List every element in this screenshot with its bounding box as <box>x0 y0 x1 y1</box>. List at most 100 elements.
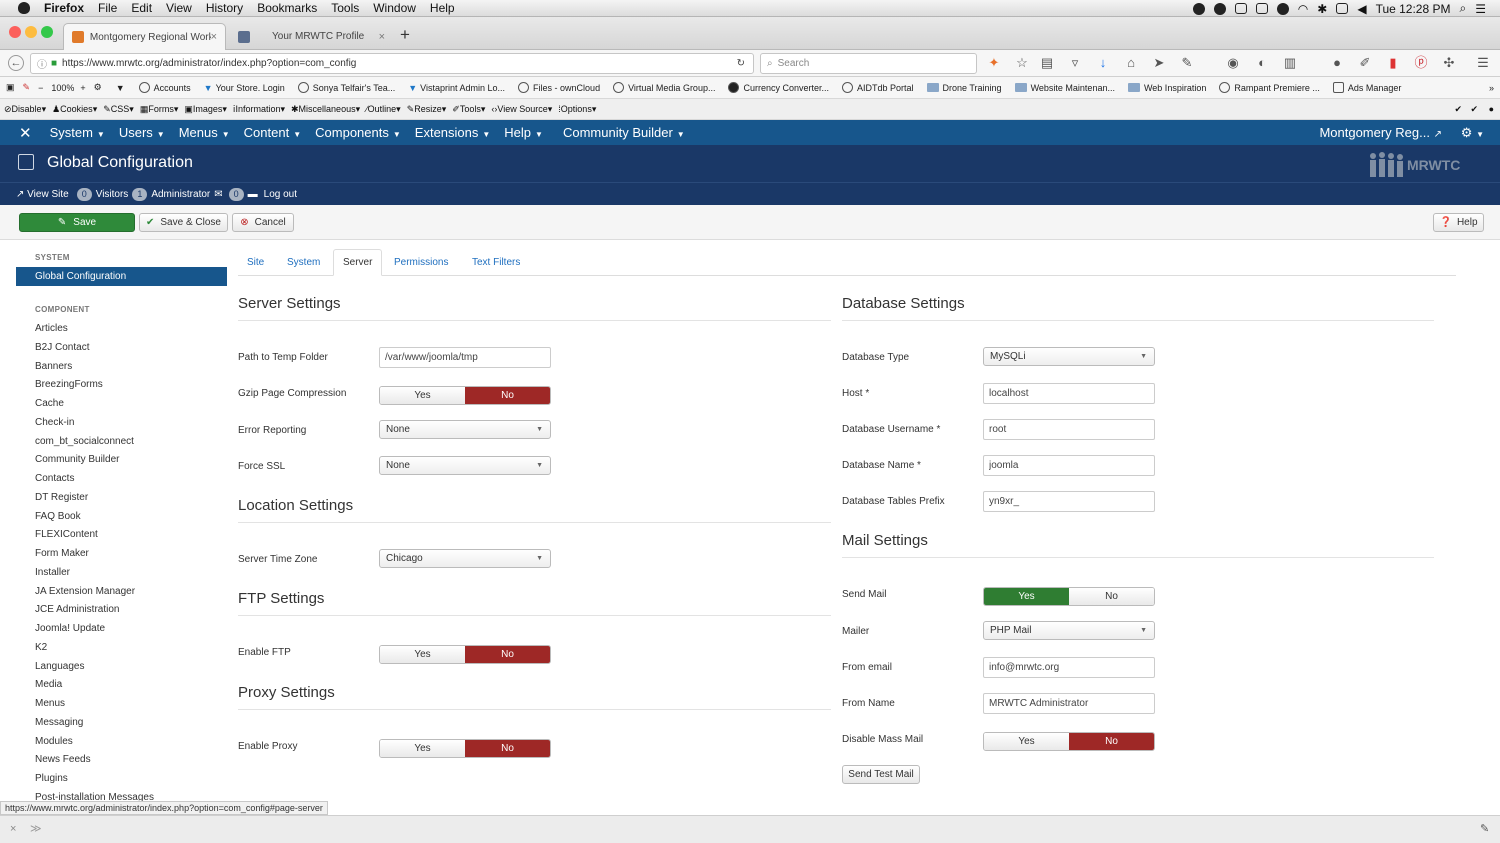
force-ssl-select[interactable]: None ▼ <box>379 456 551 475</box>
host-input[interactable] <box>983 383 1155 404</box>
webdev-icon[interactable]: ✎ <box>23 82 31 93</box>
bookmark-store[interactable]: ▼ Your Store. Login <box>204 83 285 93</box>
clipboard-icon[interactable]: ▥ <box>1283 56 1297 70</box>
zoom-level[interactable]: 100% <box>51 83 74 93</box>
colorpicker-icon[interactable]: ● <box>1330 56 1344 70</box>
sidebar-item[interactable]: JA Extension Manager <box>35 586 135 597</box>
tab-montgomery[interactable]: Montgomery Regional Workfo × <box>63 23 226 50</box>
bookmark-inspiration[interactable]: Web Inspiration <box>1127 83 1206 93</box>
volume-icon[interactable]: ◀ <box>1357 2 1366 16</box>
send-test-mail-button[interactable]: Send Test Mail <box>842 765 920 784</box>
bluetooth-icon[interactable]: ✱ <box>1317 2 1327 16</box>
tab-permissions[interactable]: Permissions <box>385 249 457 276</box>
apple-icon[interactable] <box>18 2 30 14</box>
download-icon[interactable]: ↓ <box>1096 56 1110 70</box>
expand-icon[interactable]: ≫ <box>30 822 42 835</box>
bookmark-aidtdb[interactable]: AIDTdb Portal <box>842 82 914 93</box>
time-machine-icon[interactable] <box>1276 2 1289 15</box>
tab-site[interactable]: Site <box>238 249 273 276</box>
joomla-logo-icon[interactable]: ✕ <box>19 124 32 142</box>
zoom-in-icon[interactable]: + <box>80 83 85 93</box>
enable-ftp-toggle[interactable]: Yes No <box>379 645 551 664</box>
bookmark-rampant[interactable]: Rampant Premiere ... <box>1219 82 1320 93</box>
clock[interactable]: Tue 12:28 PM <box>1376 2 1451 16</box>
menu-tools[interactable]: Tools <box>331 1 359 15</box>
mailer-select[interactable]: PHP Mail ▼ <box>983 621 1155 640</box>
creative-cloud-icon[interactable] <box>1192 2 1205 15</box>
sidebar-item[interactable]: Menus <box>35 698 65 709</box>
wifi-icon[interactable]: ◠ <box>1298 2 1308 16</box>
wd-resize[interactable]: ✎Resize▾ <box>407 104 447 115</box>
ftp-yes-option[interactable]: Yes <box>380 646 465 663</box>
info-icon[interactable]: ⓘ <box>37 56 47 71</box>
mass-mail-no-option[interactable]: No <box>1069 733 1154 750</box>
notification-center-icon[interactable]: ☰ <box>1475 2 1486 16</box>
extension-icon[interactable]: ✦ <box>987 56 1001 70</box>
bookmark-ads[interactable]: Ads Manager <box>1332 82 1401 93</box>
bookmark-virtual-media[interactable]: Virtual Media Group... <box>613 82 715 93</box>
nav-community-builder[interactable]: Community Builder ▼ <box>563 125 685 140</box>
sidebar-item-global-configuration[interactable]: Global Configuration <box>16 267 227 286</box>
logout-link[interactable]: Log out <box>264 189 297 200</box>
from-name-input[interactable] <box>983 693 1155 714</box>
tool-icon[interactable]: ✎ <box>1180 56 1194 70</box>
view-site-link[interactable]: ↗ View Site <box>16 189 69 200</box>
sidebar-item[interactable]: Banners <box>35 361 72 372</box>
status-dot-icon[interactable]: ● <box>1489 104 1494 114</box>
airplay-icon[interactable] <box>1255 3 1268 14</box>
sidebar-icon[interactable]: ▣ <box>6 82 15 93</box>
red-tool-icon[interactable]: ▮ <box>1386 56 1400 70</box>
menu-history[interactable]: History <box>206 1 243 15</box>
check-icon[interactable]: ✔ <box>1454 104 1462 115</box>
wrench-icon[interactable]: ✎ <box>1480 822 1489 835</box>
zoom-window-icon[interactable] <box>41 26 53 38</box>
nav-content[interactable]: Content ▼ <box>244 125 301 140</box>
hamburger-menu-icon[interactable]: ☰ <box>1476 56 1490 70</box>
sidebar-item[interactable]: BreezingForms <box>35 379 103 390</box>
sidebar-item[interactable]: Community Builder <box>35 454 119 465</box>
cancel-button[interactable]: ⊗ Cancel <box>232 213 294 232</box>
check-icon[interactable]: ✔ <box>1470 104 1478 115</box>
speed-icon[interactable]: ◉ <box>1226 56 1240 70</box>
wd-view-source[interactable]: ‹›View Source▾ <box>491 104 552 115</box>
gzip-toggle[interactable]: Yes No <box>379 386 551 405</box>
bookmark-currency[interactable]: Currency Converter... <box>728 82 829 93</box>
sidebar-item[interactable]: FLEXIContent <box>35 529 98 540</box>
ghostery-icon[interactable]: ◐ <box>1255 56 1269 70</box>
new-tab-button[interactable]: + <box>400 25 410 45</box>
help-button[interactable]: ❓ Help <box>1433 213 1484 232</box>
db-name-input[interactable] <box>983 455 1155 476</box>
sidebar-item[interactable]: com_bt_socialconnect <box>35 436 134 447</box>
bookmark-sonya[interactable]: Sonya Telfair's Tea... <box>297 82 395 93</box>
tab-server[interactable]: Server <box>333 249 383 276</box>
bookmark-star-icon[interactable]: ☆ <box>1015 56 1029 70</box>
sidebar-item[interactable]: JCE Administration <box>35 604 119 615</box>
tab-profile[interactable]: Your MRWTC Profile × <box>230 23 393 50</box>
app-menu[interactable]: Firefox <box>44 1 84 15</box>
tab-text-filters[interactable]: Text Filters <box>463 249 529 276</box>
pinterest-icon[interactable]: ⓟ <box>1414 56 1428 70</box>
sidebar-item[interactable]: B2J Contact <box>35 342 89 353</box>
back-icon[interactable]: ← <box>8 55 24 71</box>
sidebar-item[interactable]: Messaging <box>35 717 83 728</box>
reading-list-icon[interactable]: ▤ <box>1040 56 1054 70</box>
gear-icon[interactable]: ⚙ <box>94 82 102 93</box>
close-window-icon[interactable] <box>9 26 21 38</box>
sidebar-item[interactable]: Modules <box>35 736 73 747</box>
nav-components[interactable]: Components ▼ <box>315 125 401 140</box>
ftp-no-option[interactable]: No <box>465 646 550 663</box>
send-mail-yes-option[interactable]: Yes <box>984 588 1069 605</box>
site-link[interactable]: Montgomery Reg... ↗ <box>1319 125 1442 140</box>
reload-icon[interactable]: ↻ <box>737 58 745 69</box>
nav-system[interactable]: System ▼ <box>50 125 105 140</box>
from-email-input[interactable] <box>983 657 1155 678</box>
nav-help[interactable]: Help ▼ <box>504 125 543 140</box>
eyedropper-icon[interactable]: ✐ <box>1358 56 1372 70</box>
wd-cookies[interactable]: ♟Cookies▾ <box>52 104 97 115</box>
menu-edit[interactable]: Edit <box>131 1 152 15</box>
sidebar-item[interactable]: Articles <box>35 323 68 334</box>
mass-mail-toggle[interactable]: Yes No <box>983 732 1155 751</box>
menu-bookmarks[interactable]: Bookmarks <box>257 1 317 15</box>
zoom-out-icon[interactable]: − <box>38 83 43 93</box>
nav-users[interactable]: Users ▼ <box>119 125 165 140</box>
